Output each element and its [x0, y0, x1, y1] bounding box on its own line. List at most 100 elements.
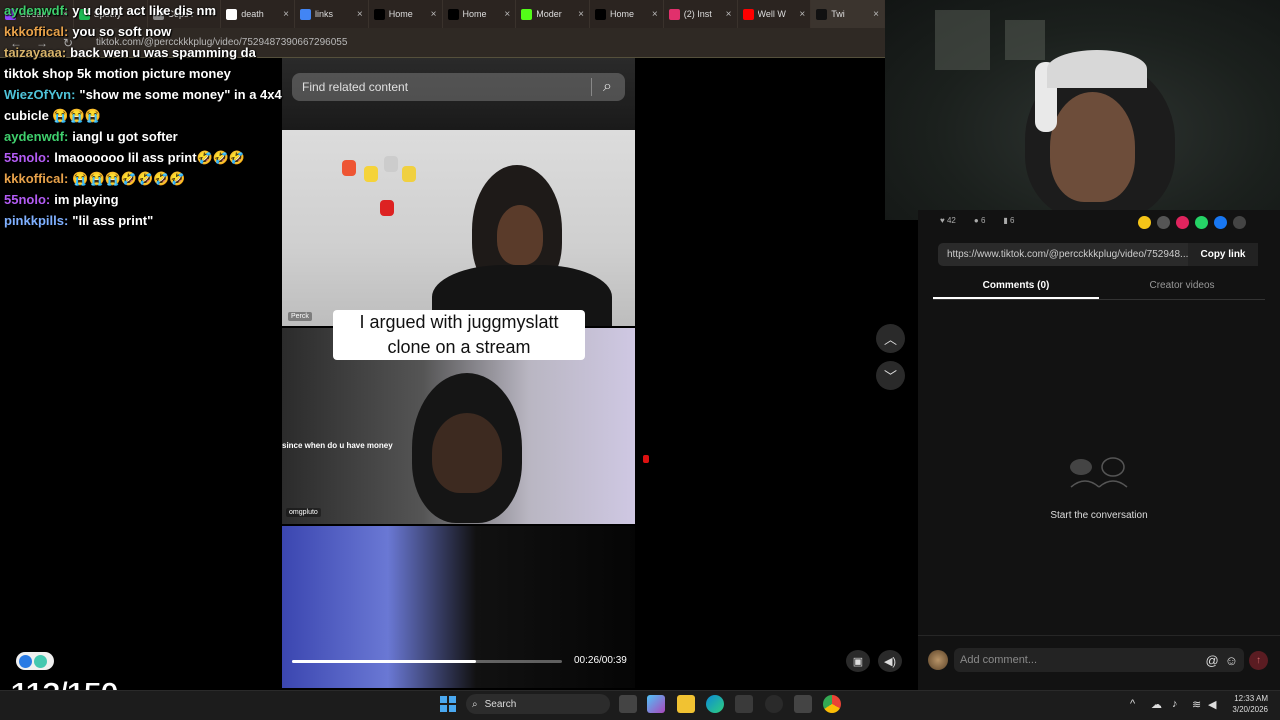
- x-icon: [595, 8, 606, 20]
- video-link-row: https://www.tiktok.com/@percckkkplug/vid…: [938, 243, 1258, 266]
- embed-icon[interactable]: [1157, 216, 1170, 229]
- empty-comments-text: Start the conversation: [1050, 510, 1148, 521]
- file-explorer-icon[interactable]: [677, 695, 695, 713]
- favorite-count[interactable]: ▮ 6: [1003, 216, 1014, 225]
- share-icon[interactable]: [1176, 216, 1189, 229]
- close-icon[interactable]: ×: [504, 9, 510, 20]
- store-icon[interactable]: [735, 695, 753, 713]
- chat-username[interactable]: WiezOfYvn:: [4, 87, 75, 102]
- chat-username[interactable]: kkkoffical:: [4, 24, 68, 39]
- pip-button[interactable]: ▣: [846, 650, 870, 672]
- taskbar-search-label: Search: [484, 698, 517, 710]
- caption-line-2: clone on a stream: [387, 337, 531, 357]
- browser-tab-label: Moder: [536, 9, 562, 19]
- browser-tab-label: (2) Inst: [683, 9, 712, 19]
- whatsapp-icon[interactable]: [1195, 216, 1208, 229]
- comment-count-value: 6: [980, 216, 986, 225]
- chat-username[interactable]: aydenwdf:: [4, 129, 68, 144]
- close-icon[interactable]: ×: [652, 9, 658, 20]
- close-icon[interactable]: ×: [578, 9, 584, 20]
- related-search-bar[interactable]: ⌕: [292, 73, 625, 101]
- toy-decoration: [380, 200, 394, 216]
- close-icon[interactable]: ×: [799, 9, 805, 20]
- video-link-text[interactable]: https://www.tiktok.com/@percckkkplug/vid…: [938, 249, 1188, 260]
- search-icon[interactable]: ⌕: [591, 78, 615, 96]
- x-icon: [447, 8, 459, 20]
- speaker-icon[interactable]: ◀: [1208, 698, 1216, 711]
- post-comment-button[interactable]: ↑: [1249, 651, 1268, 670]
- task-view-icon[interactable]: [619, 695, 637, 713]
- emoji-icon[interactable]: ☺: [1225, 653, 1238, 668]
- chat-message: taizayaaa: back wen u was spamming da: [4, 42, 304, 63]
- toy-decoration: [364, 166, 378, 182]
- obs-icon[interactable]: [765, 695, 783, 713]
- mention-icon[interactable]: @: [1206, 653, 1219, 668]
- copilot-icon[interactable]: [647, 695, 665, 713]
- tab-comments[interactable]: Comments (0): [933, 277, 1099, 299]
- like-count-value: 42: [946, 216, 956, 225]
- browser-tab[interactable]: Moder ×: [516, 0, 590, 28]
- share-icon[interactable]: [1138, 216, 1151, 229]
- video-watermark: Perck: [288, 312, 312, 321]
- close-icon[interactable]: ×: [873, 9, 879, 20]
- close-icon[interactable]: ×: [357, 9, 363, 20]
- chat-username[interactable]: 55nolo:: [4, 150, 50, 165]
- next-video-button[interactable]: ﹀: [876, 361, 905, 390]
- chat-message: aydenwdf: y u dont act like dis nm: [4, 0, 304, 21]
- chat-username[interactable]: taizayaaa:: [4, 45, 66, 60]
- facebook-icon[interactable]: [1214, 216, 1227, 229]
- browser-tab[interactable]: Well W ×: [738, 0, 812, 28]
- app-icon[interactable]: [794, 695, 812, 713]
- chat-text: iangl u got softer: [72, 129, 178, 144]
- chat-text: tiktok shop 5k motion picture money: [4, 66, 231, 81]
- volume-button[interactable]: ◀): [878, 650, 902, 672]
- close-icon[interactable]: ×: [431, 9, 437, 20]
- chat-text: you so soft now: [72, 24, 172, 39]
- windows-taskbar: [0, 690, 1280, 720]
- video-time: 00:26/00:39: [574, 655, 627, 666]
- chat-username[interactable]: kkkoffical:: [4, 171, 68, 186]
- microphone-icon[interactable]: ♪: [1172, 698, 1178, 710]
- chat-username[interactable]: 55nolo:: [4, 192, 50, 207]
- tab-creator-videos[interactable]: Creator videos: [1099, 277, 1265, 299]
- copy-link-button[interactable]: Copy link: [1188, 243, 1258, 266]
- tray-chevron-icon[interactable]: ^: [1130, 698, 1135, 710]
- headphones-band: [1047, 50, 1147, 88]
- wifi-icon[interactable]: ≋: [1192, 698, 1201, 711]
- screen: Stream × Spotify × Cops r × death × links × Home × H…: [0, 0, 1280, 720]
- wall-poster: [1005, 20, 1045, 60]
- comment-field[interactable]: @ ☺: [954, 648, 1244, 672]
- comment-input[interactable]: [960, 654, 1200, 666]
- browser-tab[interactable]: links ×: [295, 0, 369, 28]
- browser-tab[interactable]: Twi ×: [811, 0, 885, 28]
- browser-tab[interactable]: Home ×: [590, 0, 664, 28]
- taskbar-clock[interactable]: 12:33 AM 3/20/2026: [1226, 693, 1268, 715]
- close-icon[interactable]: ×: [726, 9, 732, 20]
- video-progress-bar[interactable]: [292, 660, 562, 663]
- edge-icon[interactable]: [706, 695, 724, 713]
- chrome-icon[interactable]: [823, 695, 841, 713]
- comment-count[interactable]: ● 6: [974, 216, 986, 225]
- forward-icon[interactable]: [1233, 216, 1246, 229]
- chat-username[interactable]: pinkkpills:: [4, 213, 68, 228]
- chat-message: 55nolo: im playing: [4, 189, 304, 210]
- browser-tab[interactable]: (2) Inst ×: [664, 0, 738, 28]
- chevron-up-icon: ︿: [883, 332, 897, 347]
- related-search-input[interactable]: [302, 80, 591, 94]
- stream-chat: aydenwdf: y u dont act like dis nm kkkoffi…: [4, 0, 304, 231]
- windows-start-icon[interactable]: [439, 695, 457, 713]
- taskbar-search[interactable]: ⌕ Search: [466, 694, 610, 714]
- chat-message: kkkoffical: 😭😭😭🤣🤣🤣🤣: [4, 168, 304, 189]
- browser-tab-label: Home: [462, 9, 487, 19]
- cloud-icon[interactable]: ☁: [1151, 698, 1162, 711]
- like-count[interactable]: ♥ 42: [940, 216, 956, 225]
- chat-username[interactable]: aydenwdf:: [4, 3, 68, 18]
- tiktok-icon: [816, 8, 828, 20]
- sidebar-tabs: Comments (0) Creator videos: [933, 277, 1265, 300]
- wall-poster: [935, 10, 990, 70]
- browser-tab[interactable]: Home ×: [369, 0, 443, 28]
- video-progress-fill: [292, 660, 476, 663]
- previous-video-button[interactable]: ︿: [876, 324, 905, 353]
- browser-tab[interactable]: Home ×: [443, 0, 517, 28]
- share-icons: [1138, 216, 1246, 229]
